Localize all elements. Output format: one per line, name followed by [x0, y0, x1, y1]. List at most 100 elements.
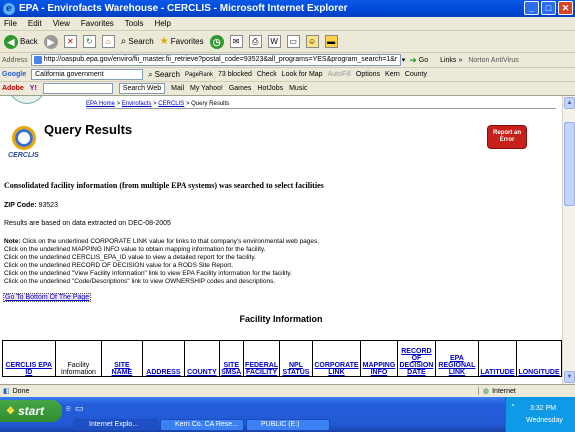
- breadcrumb-epa-home[interactable]: EPA Home: [86, 101, 115, 107]
- yahoo-logo[interactable]: Y!: [30, 85, 37, 92]
- cerclis-logo[interactable]: CERCLIS: [8, 126, 40, 162]
- back-button[interactable]: ◀ Back: [4, 34, 38, 49]
- autofill-button[interactable]: AutoFill: [328, 71, 351, 78]
- history-icon[interactable]: ◷: [209, 34, 224, 49]
- task-kern-co[interactable]: Kern Co. CA Rese...: [160, 419, 244, 431]
- google-search-input[interactable]: California government: [31, 69, 144, 80]
- start-button[interactable]: ❖ start: [0, 400, 62, 422]
- favorites-button[interactable]: ★ Favorites: [160, 36, 204, 47]
- google-search-icon: ⌕: [148, 69, 153, 79]
- folder-icon[interactable]: ▬: [324, 35, 338, 48]
- yahoo-music-button[interactable]: Music: [289, 85, 307, 92]
- google-logo[interactable]: Google: [2, 71, 26, 78]
- go-button[interactable]: ➜ Go: [409, 55, 428, 66]
- my-yahoo-button[interactable]: My Yahoo!: [190, 85, 223, 92]
- mail-icon[interactable]: ✉: [229, 35, 243, 48]
- kern-highlight[interactable]: Kern: [385, 71, 400, 78]
- zip-code-label: ZIP Code:: [4, 202, 37, 209]
- norton-antivirus[interactable]: Norton AntiVirus: [468, 57, 518, 64]
- clock-day: Wednesday: [526, 417, 563, 424]
- note-label: Note:: [4, 238, 21, 245]
- look-for-map-button[interactable]: Look for Map: [282, 71, 323, 78]
- window-titlebar[interactable]: e EPA - Envirofacts Warehouse - CERCLIS …: [0, 0, 575, 17]
- discuss-icon[interactable]: ▭: [286, 35, 300, 48]
- breadcrumb-cerclis[interactable]: CERCLIS: [158, 101, 184, 107]
- stop-icon[interactable]: ✕: [63, 35, 77, 48]
- scrollbar-thumb[interactable]: [564, 122, 575, 206]
- col-longitude[interactable]: LONGITUDE: [516, 340, 562, 377]
- refresh-icon[interactable]: ↻: [82, 35, 96, 48]
- breadcrumb-envirofacts[interactable]: Envirofacts: [122, 101, 152, 107]
- menu-edit[interactable]: Edit: [28, 19, 42, 28]
- address-dropdown-icon[interactable]: ▾: [402, 56, 406, 64]
- report-error-button[interactable]: Report an Error: [487, 125, 527, 149]
- breadcrumb-current: Query Results: [191, 101, 230, 107]
- system-tray: ◔ 3:32 PM Wednesday: [505, 397, 575, 432]
- menu-help[interactable]: Help: [154, 19, 170, 28]
- menu-file[interactable]: File: [4, 19, 17, 28]
- col-corporate-link[interactable]: CORPORATE LINK: [311, 340, 362, 377]
- county-highlight[interactable]: County: [405, 71, 427, 78]
- forward-button[interactable]: ▶: [43, 34, 58, 49]
- col-epa-regional-link[interactable]: EPA REGIONAL LINK: [435, 340, 479, 377]
- search-icon: ⌕: [120, 36, 127, 47]
- yahoo-mail-button[interactable]: Mail: [171, 85, 184, 92]
- note-line-3: Click on the underlined CERCLIS_EPA_ID v…: [4, 254, 256, 261]
- col-latitude[interactable]: LATITUDE: [477, 340, 518, 377]
- popup-blocked-count[interactable]: 73 blocked: [218, 71, 252, 78]
- quick-launch-ie-icon[interactable]: e: [66, 403, 71, 414]
- star-icon: ★: [159, 36, 169, 47]
- col-site-name[interactable]: SITE NAME: [101, 340, 143, 377]
- clock-time[interactable]: 3:32 PM: [530, 405, 556, 412]
- minimize-button[interactable]: _: [524, 1, 539, 15]
- menu-view[interactable]: View: [53, 19, 70, 28]
- col-cerclis-epa-id[interactable]: CERCLIS EPA ID: [2, 340, 56, 377]
- links-chevron-icon[interactable]: »: [458, 57, 462, 64]
- search-button[interactable]: ⌕ Search: [121, 36, 154, 47]
- home-icon[interactable]: ⌂: [101, 35, 115, 48]
- vertical-scrollbar[interactable]: ▲ ▼: [562, 96, 575, 384]
- zip-code-row: ZIP Code: 93523: [4, 202, 58, 209]
- quick-launch-desktop-icon[interactable]: ▭: [75, 403, 84, 414]
- tray-icon[interactable]: ◔: [510, 401, 515, 410]
- maximize-button[interactable]: □: [541, 1, 556, 15]
- col-npl-status[interactable]: NPL STATUS: [279, 340, 313, 377]
- scroll-down-arrow-icon[interactable]: ▼: [564, 371, 575, 383]
- google-search-button[interactable]: ⌕ Search: [148, 70, 180, 80]
- print-icon[interactable]: ⎙: [248, 35, 262, 48]
- edit-icon[interactable]: W: [267, 35, 281, 48]
- windows-logo-icon: ❖: [6, 405, 15, 417]
- facility-table-header: CERCLIS EPA ID Facility Information SITE…: [2, 340, 562, 377]
- col-county[interactable]: COUNTY: [184, 340, 220, 377]
- go-to-bottom-link[interactable]: Go To Bottom Of The Page: [3, 293, 92, 302]
- adobe-button[interactable]: Adobe: [2, 85, 24, 92]
- col-site-smsa[interactable]: SITE SMSA: [218, 340, 244, 377]
- scroll-up-arrow-icon[interactable]: ▲: [564, 97, 575, 109]
- task-public-drive[interactable]: PUBLIC (E:): [246, 419, 330, 431]
- messenger-icon[interactable]: ☺: [305, 35, 319, 48]
- address-bar: Address http://oaspub.epa.gov/enviro/fii…: [0, 53, 575, 68]
- col-mapping-info[interactable]: MAPPING INFO: [360, 340, 398, 377]
- yahoo-hotjobs-button[interactable]: HotJobs: [257, 85, 283, 92]
- yahoo-search-input[interactable]: [42, 83, 113, 94]
- spell-check-button[interactable]: Check: [257, 71, 277, 78]
- close-button[interactable]: ✕: [558, 1, 573, 15]
- epa-seal-logo[interactable]: [8, 96, 46, 104]
- yahoo-search-web-button[interactable]: Search Web: [118, 83, 166, 94]
- page-content: EPA Home > Envirofacts > CERCLIS > Query…: [0, 96, 562, 384]
- col-federal-facility[interactable]: FEDERAL FACILITY: [242, 340, 281, 377]
- col-record-of-decision-date[interactable]: RECORD OF DECISION DATE: [396, 340, 437, 377]
- task-internet-explorer[interactable]: Internet Explo...: [74, 419, 158, 431]
- yahoo-games-button[interactable]: Games: [229, 85, 252, 92]
- menu-tools[interactable]: Tools: [125, 19, 144, 28]
- note-line-1: Note: Click on the underlined CORPORATE …: [4, 238, 320, 245]
- options-button[interactable]: Options: [356, 71, 380, 78]
- standard-toolbar: ◀ Back ▶ ✕ ↻ ⌂ ⌕ Search ★ Favorites ◷ ✉ …: [0, 31, 575, 53]
- pagerank-label: PageRank: [184, 71, 213, 78]
- col-address[interactable]: ADDRESS: [141, 340, 186, 377]
- menu-bar: File Edit View Favorites Tools Help: [0, 17, 575, 31]
- menu-favorites[interactable]: Favorites: [81, 19, 114, 28]
- links-label[interactable]: Links: [440, 57, 456, 64]
- address-input[interactable]: http://oaspub.epa.gov/enviro/fii_master.…: [30, 54, 401, 66]
- note-line-4: Click on the underlined RECORD OF DECISI…: [4, 262, 234, 269]
